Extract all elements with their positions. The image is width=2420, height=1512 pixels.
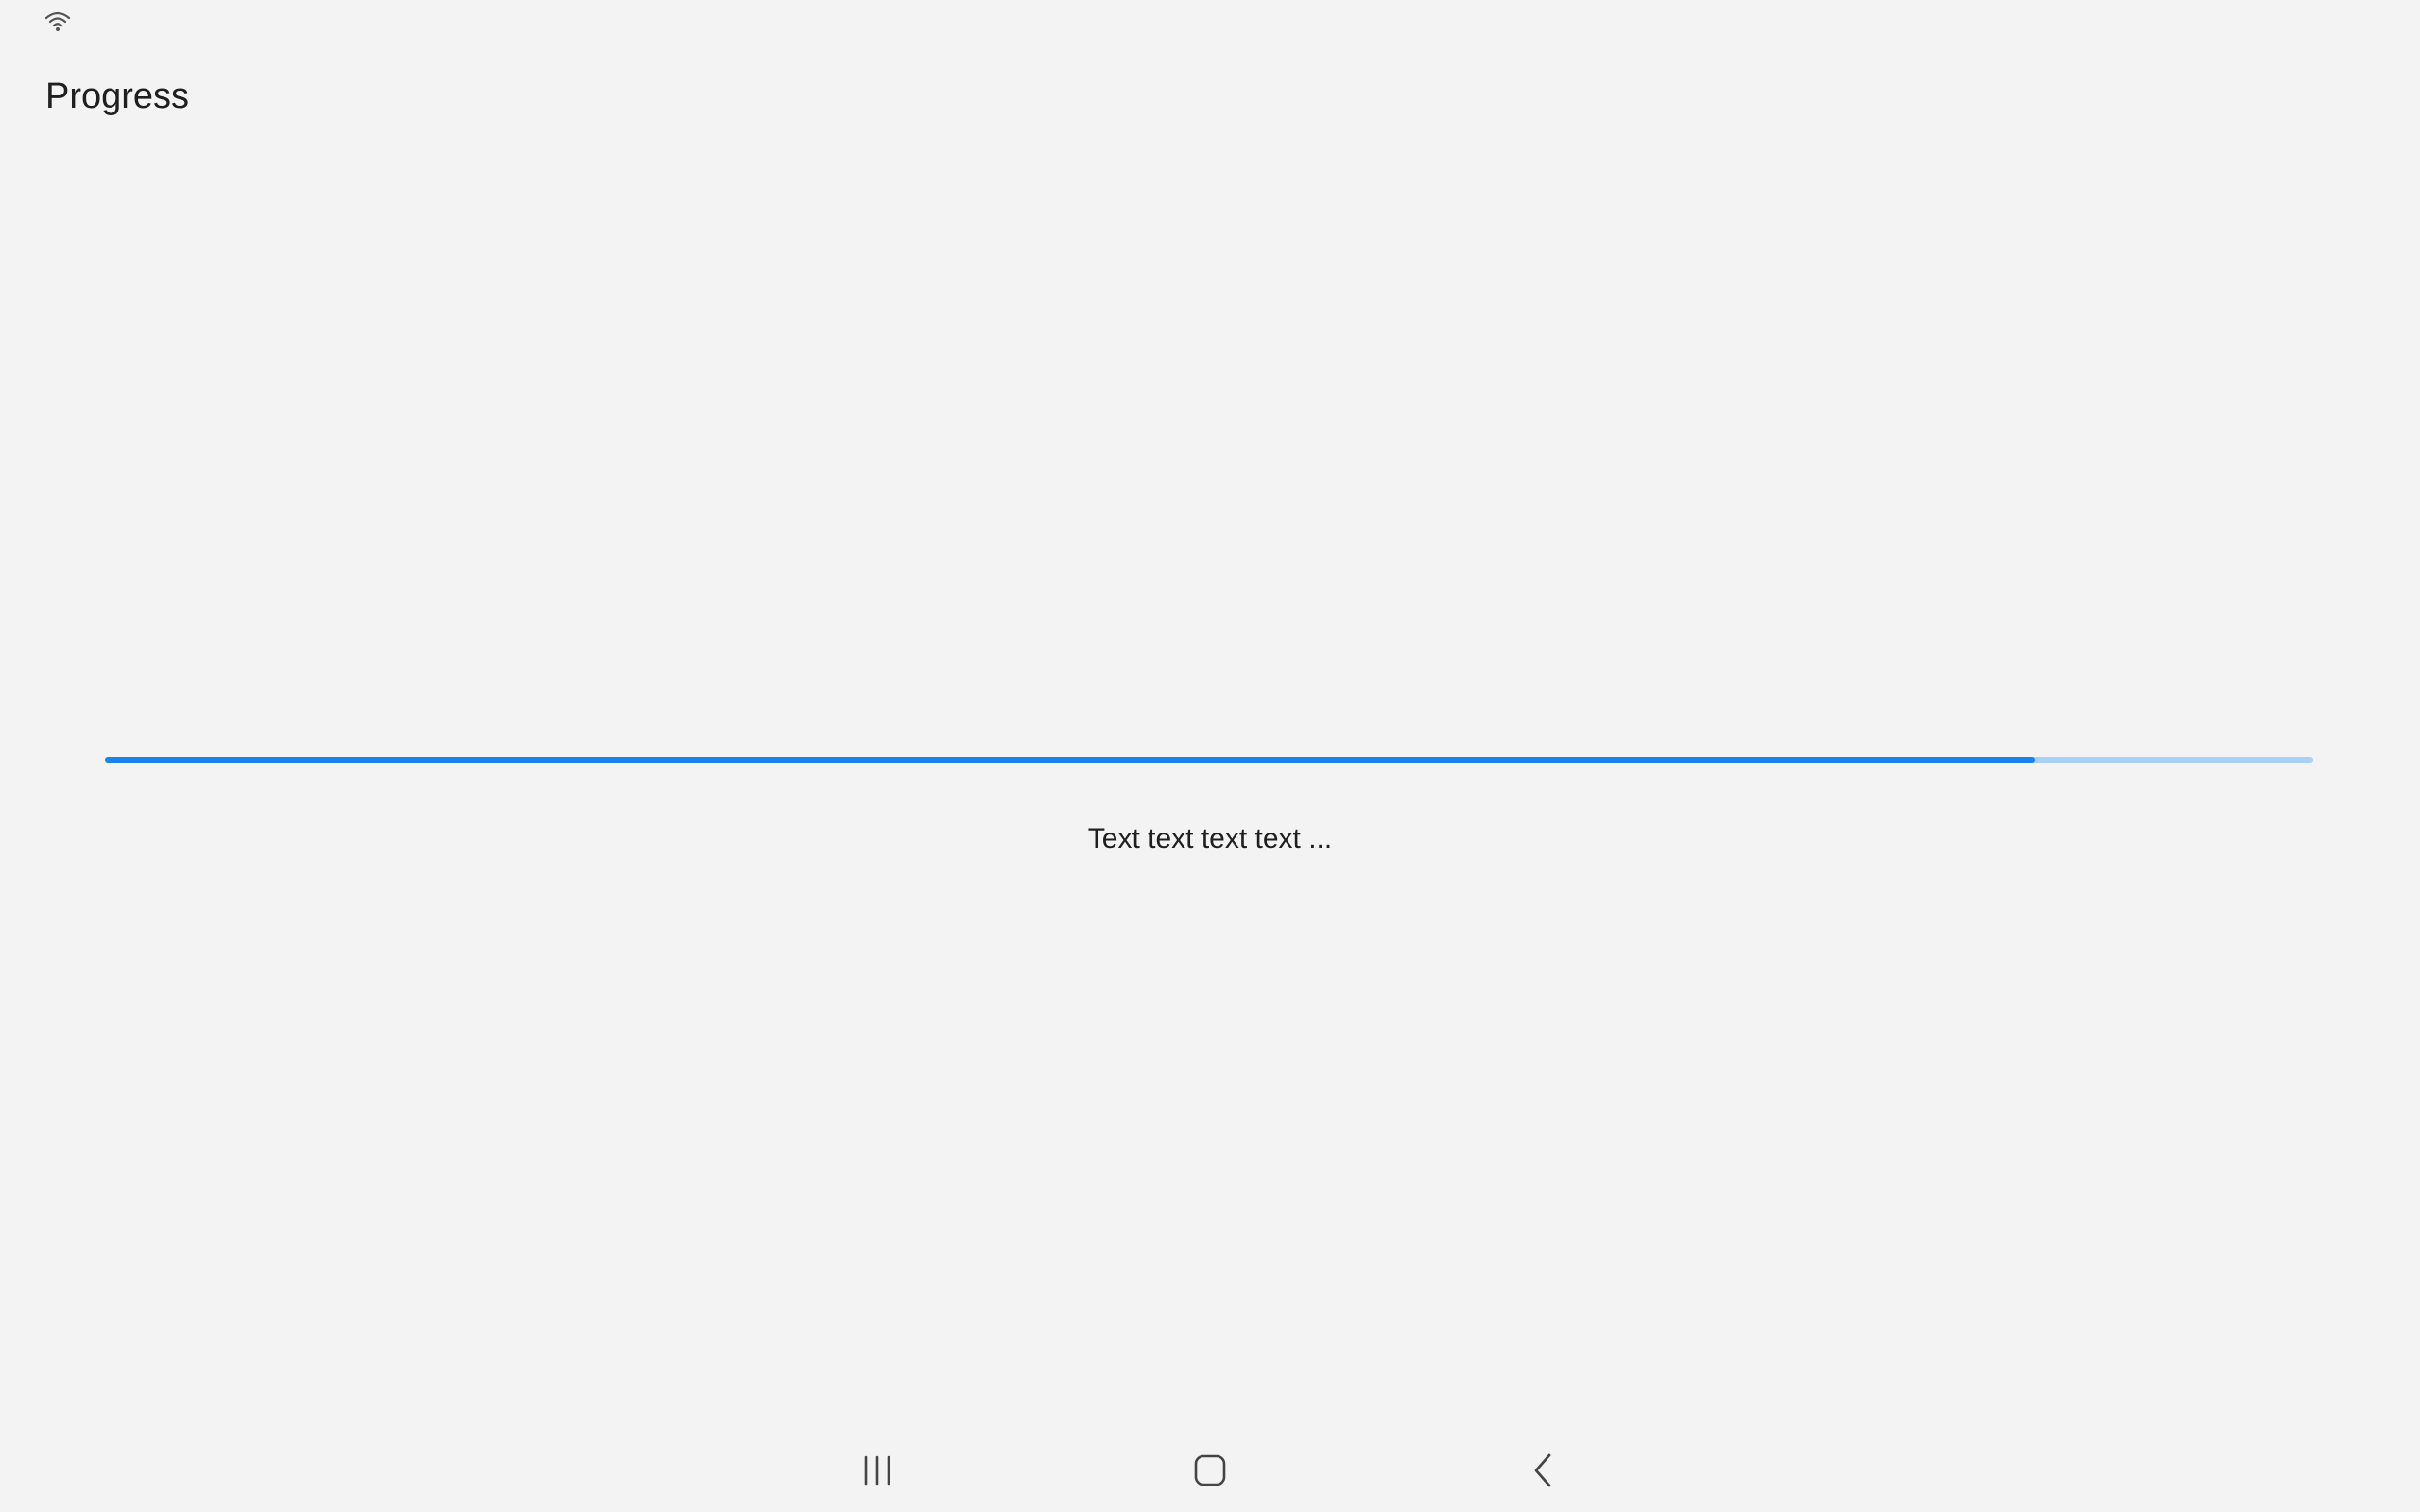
status-bar: [0, 0, 2420, 42]
page-title: Progress: [45, 77, 190, 116]
back-button[interactable]: [1505, 1440, 1581, 1501]
home-icon: [1194, 1454, 1226, 1486]
recents-icon: [864, 1455, 890, 1486]
progress-caption: Text text text text ...: [1087, 823, 1333, 854]
back-icon: [1534, 1453, 1551, 1487]
progress-bar: [105, 757, 2313, 763]
app-screen: Progress Text text text text ...: [0, 0, 2420, 1512]
wifi-icon: [44, 11, 71, 31]
home-button[interactable]: [1172, 1440, 1248, 1501]
recents-button[interactable]: [839, 1440, 915, 1501]
progress-bar-fill: [105, 757, 2035, 763]
navigation-bar: [0, 1423, 2420, 1508]
